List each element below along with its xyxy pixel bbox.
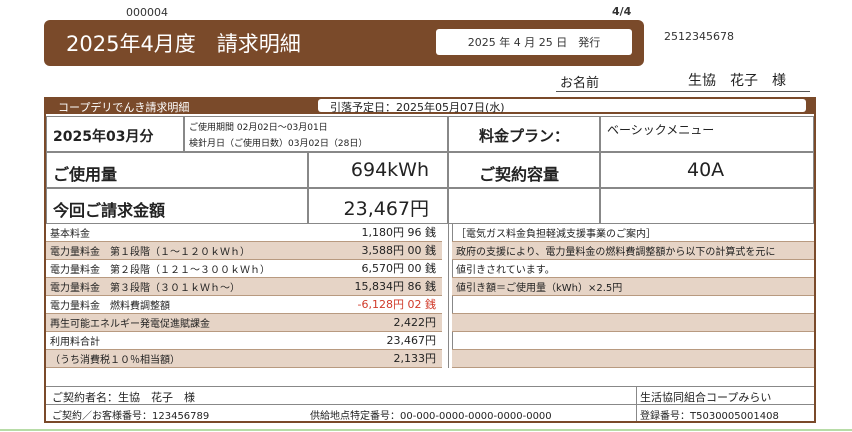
- charge-row: 基本料金 1,180円 96 銭: [46, 224, 442, 242]
- total-value: 23,467円: [343, 198, 429, 220]
- notice-row: 政府の支援により、電力量料金の燃料費調整額から以下の計算式を元に: [452, 242, 814, 260]
- meter-date: 検針月日（ご使用日数）03月02日（28日）: [189, 139, 368, 149]
- notice-text: 政府の支援により、電力量料金の燃料費調整額から以下の計算式を元に: [456, 247, 776, 258]
- notice-row: [452, 350, 814, 368]
- charge-amount: 1,180円 96 銭: [361, 226, 436, 239]
- footer-divider: [636, 387, 637, 421]
- account-code: 2512345678: [664, 30, 734, 43]
- charge-label: 電力量料金 燃料費調整額: [50, 301, 170, 312]
- recipient-label: お名前: [560, 76, 600, 91]
- charge-label: 基本料金: [50, 229, 90, 240]
- total-label: 今回ご請求金額: [53, 201, 166, 220]
- notice-row: [452, 296, 814, 314]
- plan-label-cell: 料金プラン：: [448, 116, 600, 152]
- charge-label: 利用料合計: [50, 337, 100, 348]
- charge-row: 電力量料金 第３段階（３０１ｋＷｈ～） 15,834円 86 銭: [46, 278, 442, 296]
- capacity-value-cell: 40A: [600, 152, 814, 188]
- customer-number: ご契約／お客様番号：123456789: [52, 411, 210, 422]
- charge-row: 利用料合計 23,467円: [46, 332, 442, 350]
- bottom-accent-line: [0, 429, 852, 431]
- charge-label: 電力量料金 第１段階（１～１２０ｋＷｈ）: [50, 247, 250, 258]
- charge-label: 電力量料金 第３段階（３０１ｋＷｈ～）: [50, 283, 240, 294]
- charge-amount: 23,467円: [386, 334, 437, 347]
- charge-row: 再生可能エネルギー発電促進賦課金 2,422円: [46, 314, 442, 332]
- charge-amount: 3,588円 00 銭: [361, 244, 436, 257]
- capacity-value: 40A: [687, 159, 725, 181]
- debit-schedule: 引落予定日：2025年05月07日(水): [330, 101, 505, 114]
- notice-row: ［電気ガス料金負担軽減支援事業のご案内］: [452, 224, 814, 242]
- recipient-name: 生協 花子 様: [688, 73, 786, 89]
- supply-point-number: 供給地点特定番号：00-000-0000-0000-0000-0000: [310, 411, 552, 422]
- empty-cell: [600, 188, 814, 224]
- charge-amount: 2,422円: [393, 316, 437, 329]
- page-indicator: 4/4: [612, 5, 632, 18]
- plan-value-cell: ベーシックメニュー: [600, 116, 814, 152]
- column-divider: [448, 224, 449, 368]
- charge-amount: 15,834円 86 銭: [354, 280, 436, 293]
- usage-label-cell: ご使用量: [46, 152, 308, 188]
- period-cell: ご使用期間 02月02日～03月01日 検針月日（ご使用日数）03月02日（28…: [184, 116, 448, 152]
- registration-number: 登録番号：T5030005001408: [640, 411, 779, 422]
- charge-label: （うち消費税１０％相当額）: [50, 355, 180, 366]
- notice-row: 値引きされています。: [452, 260, 814, 278]
- organization-name: 生活協同組合コープみらい: [640, 391, 772, 404]
- charge-row: 電力量料金 第２段階（１２１～３００ｋＷｈ） 6,570円 00 銭: [46, 260, 442, 278]
- plan-value: ベーシックメニュー: [607, 123, 715, 137]
- notice-text: 値引きされています。: [456, 265, 555, 276]
- capacity-label: ご契約容量: [479, 165, 560, 184]
- empty-cell: [448, 188, 600, 224]
- recipient-underline: [556, 91, 810, 92]
- notice-row: [452, 332, 814, 350]
- notice-text: 値引き額＝ご使用量（kWh）×2.5円: [456, 283, 623, 294]
- notice-row: [452, 314, 814, 332]
- plan-label: 料金プラン：: [479, 127, 570, 145]
- footer-divider: [46, 386, 814, 387]
- section-title: コープデリでんき請求明細: [58, 101, 190, 114]
- charge-label: 再生可能エネルギー発電促進賦課金: [50, 319, 210, 330]
- document-number: 000004: [126, 6, 168, 19]
- issue-date: 2025 年 4 月 25 日 発行: [467, 36, 601, 49]
- capacity-label-cell: ご契約容量: [448, 152, 600, 188]
- usage-label: ご使用量: [53, 165, 118, 184]
- notice-text: ［電気ガス料金負担軽減支援事業のご案内］: [456, 229, 656, 240]
- charge-amount: 6,570円 00 銭: [361, 262, 436, 275]
- billing-month-cell: 2025年03月分: [46, 116, 184, 152]
- charge-label: 電力量料金 第２段階（１２１～３００ｋＷｈ）: [50, 265, 270, 276]
- notice-row: 値引き額＝ご使用量（kWh）×2.5円: [452, 278, 814, 296]
- bill-title: 2025年4月度 請求明細: [66, 32, 301, 56]
- charge-amount: -6,128円 02 銭: [357, 298, 436, 311]
- charge-row: 電力量料金 第１段階（１～１２０ｋＷｈ） 3,588円 00 銭: [46, 242, 442, 260]
- total-value-cell: 23,467円: [308, 188, 448, 224]
- charge-row: 電力量料金 燃料費調整額 -6,128円 02 銭: [46, 296, 442, 314]
- usage-period: ご使用期間 02月02日～03月01日: [189, 123, 328, 133]
- charge-amount: 2,133円: [393, 352, 437, 365]
- issue-date-box: 2025 年 4 月 25 日 発行: [436, 29, 632, 55]
- billing-month: 2025年03月分: [53, 129, 154, 145]
- charge-row: （うち消費税１０％相当額） 2,133円: [46, 350, 442, 368]
- contractor-name: ご契約者名：生協 花子 様: [52, 391, 195, 404]
- total-label-cell: 今回ご請求金額: [46, 188, 308, 224]
- usage-value: 694kWh: [350, 159, 429, 181]
- usage-value-cell: 694kWh: [308, 152, 448, 188]
